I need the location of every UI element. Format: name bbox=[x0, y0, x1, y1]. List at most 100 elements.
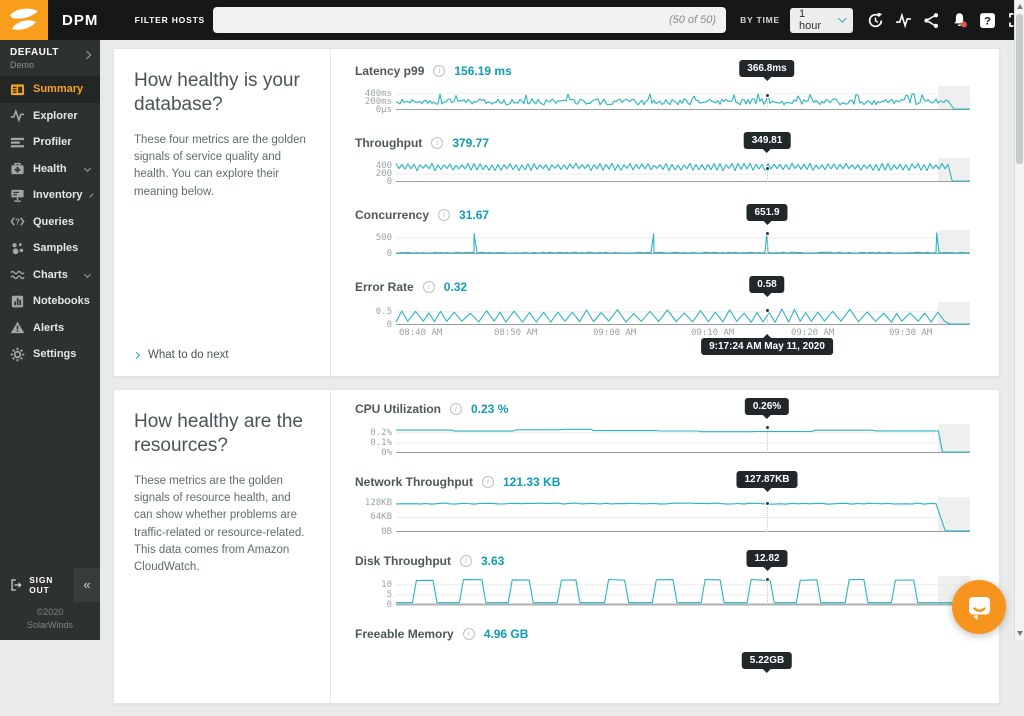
history-refresh-icon[interactable] bbox=[867, 12, 884, 29]
sidebar-item-notebooks[interactable]: Notebooks bbox=[0, 288, 100, 315]
metric-current-value: 3.63 bbox=[481, 554, 504, 568]
page-scrollbar[interactable] bbox=[1014, 0, 1024, 640]
hover-value-tooltip: 0.58 bbox=[749, 276, 784, 293]
sidebar-item-health[interactable]: Health bbox=[0, 156, 100, 183]
sidebar-item-profiler[interactable]: Profiler bbox=[0, 129, 100, 156]
main-content: How healthy is your database? These four… bbox=[113, 48, 1000, 716]
alerts-icon bbox=[10, 320, 25, 335]
disk-throughput-plot-area[interactable]: 105012.82 bbox=[396, 576, 970, 605]
sidebar-item-summary[interactable]: Summary bbox=[0, 76, 100, 103]
sidebar-item-settings[interactable]: Settings bbox=[0, 341, 100, 368]
info-icon[interactable] bbox=[438, 209, 450, 221]
time-range-dropdown[interactable]: 1 hour bbox=[790, 8, 853, 33]
filter-hosts-input[interactable]: (50 of 50) bbox=[213, 7, 726, 33]
latency-p99-plot-area[interactable]: 400ms200ms0µs366.8ms bbox=[396, 86, 970, 110]
chart-canvas bbox=[396, 576, 970, 605]
sidebar-item-label: Notebooks bbox=[33, 295, 92, 307]
y-axis-tick: 64KB bbox=[350, 512, 392, 522]
y-axis-tick: 0 bbox=[350, 177, 392, 187]
copyright-company: SolarWinds bbox=[0, 619, 100, 632]
hover-crosshair-line bbox=[767, 503, 768, 532]
metric-current-value: 121.33 KB bbox=[503, 475, 560, 489]
topbar: DPM FILTER HOSTS (50 of 50) BY TIME 1 ho… bbox=[0, 0, 1024, 40]
freeable-memory-chart: Freeable Memory4.96 GB5.22GB bbox=[355, 627, 999, 671]
metric-name: Error Rate bbox=[355, 280, 414, 294]
hover-value-tooltip: 0.26% bbox=[745, 398, 789, 415]
summary-icon bbox=[10, 82, 25, 97]
chart-canvas bbox=[396, 158, 970, 182]
throughput-chart: Throughput379.774002000349.81 bbox=[355, 136, 999, 182]
hover-point-dot bbox=[765, 501, 770, 506]
metric-name: Concurrency bbox=[355, 208, 429, 222]
y-axis-tick: 0% bbox=[350, 448, 392, 458]
info-icon[interactable] bbox=[463, 628, 475, 640]
samples-icon bbox=[10, 241, 25, 256]
metric-current-value: 379.77 bbox=[452, 136, 489, 150]
chevron-down-icon bbox=[84, 165, 91, 172]
notifications-bell-icon[interactable] bbox=[951, 12, 968, 29]
sign-out-icon bbox=[10, 578, 23, 592]
sidebar-item-explorer[interactable]: Explorer bbox=[0, 103, 100, 130]
workspace-switcher[interactable]: DEFAULT Demo bbox=[0, 40, 100, 76]
scroll-down-arrow-icon[interactable] bbox=[1017, 631, 1023, 636]
info-icon[interactable] bbox=[431, 137, 443, 149]
metric-name: Latency p99 bbox=[355, 64, 424, 78]
y-axis-tick: 10 bbox=[350, 580, 392, 590]
y-axis-tick: 0B bbox=[350, 527, 392, 537]
throughput-plot-area[interactable]: 4002000349.81 bbox=[396, 158, 970, 182]
info-icon[interactable] bbox=[423, 281, 435, 293]
metric-current-value: 31.67 bbox=[459, 208, 489, 222]
database-card-intro: How healthy is your database? These four… bbox=[114, 49, 331, 376]
scroll-up-arrow-icon[interactable] bbox=[1017, 4, 1023, 9]
time-axis-label: 08:50 AM bbox=[494, 328, 537, 338]
card-title: How healthy are the resources? bbox=[134, 410, 310, 458]
metric-current-value: 4.96 GB bbox=[484, 627, 529, 641]
activity-icon[interactable] bbox=[895, 12, 912, 29]
time-axis-label: 09:10 AM bbox=[691, 328, 734, 338]
sidebar-item-queries[interactable]: ?Queries bbox=[0, 209, 100, 236]
sidebar-item-charts[interactable]: Charts bbox=[0, 262, 100, 289]
disk-throughput-chart: Disk Throughput 3.63 105012.82 bbox=[355, 554, 999, 605]
card-description: These metrics are the golden signals of … bbox=[134, 473, 310, 577]
metric-name: Disk Throughput bbox=[355, 554, 451, 568]
metric-name: Network Throughput bbox=[355, 475, 473, 489]
network-throughput-plot-area[interactable]: 128KB64KB0B127.87KB bbox=[396, 497, 970, 532]
scrollbar-thumb[interactable] bbox=[1016, 14, 1023, 164]
by-time-label: BY TIME bbox=[740, 15, 780, 25]
sidebar-item-label: Explorer bbox=[33, 110, 92, 122]
time-range-value: 1 hour bbox=[799, 8, 829, 32]
solarwinds-logo-icon[interactable] bbox=[0, 0, 48, 40]
sidebar-item-samples[interactable]: Samples bbox=[0, 235, 100, 262]
metric-current-value: 0.23 % bbox=[471, 402, 508, 416]
hover-point-dot bbox=[765, 425, 770, 430]
info-icon[interactable] bbox=[433, 65, 445, 77]
info-icon[interactable] bbox=[460, 555, 472, 567]
cpu-utilization-plot-area[interactable]: 0.2%0.1%0%0.26% bbox=[396, 424, 970, 453]
chat-launcher-button[interactable] bbox=[952, 580, 1006, 634]
error-rate-plot-area[interactable]: 0.500.58 bbox=[396, 302, 970, 325]
hover-value-tooltip: 12.82 bbox=[746, 550, 787, 567]
sidebar-item-label: Settings bbox=[33, 348, 92, 360]
sign-out-label: SIGN OUT bbox=[29, 575, 74, 595]
what-to-do-next-link[interactable]: What to do next bbox=[134, 349, 229, 361]
metric-current-value: 0.32 bbox=[444, 280, 467, 294]
sign-out-button[interactable]: SIGN OUT bbox=[0, 575, 74, 595]
workspace-name: DEFAULT bbox=[10, 47, 92, 58]
help-icon[interactable]: ? bbox=[979, 12, 996, 29]
info-icon[interactable] bbox=[482, 476, 494, 488]
share-icon[interactable] bbox=[923, 12, 940, 29]
sidebar-collapse-button[interactable]: « bbox=[74, 568, 100, 602]
hover-point-dot bbox=[765, 231, 770, 236]
health-icon bbox=[10, 161, 25, 176]
sidebar-item-inventory[interactable]: Inventory bbox=[0, 182, 100, 209]
host-count: (50 of 50) bbox=[669, 14, 716, 26]
y-axis-tick: 0.2% bbox=[350, 428, 392, 438]
sidebar-item-label: Alerts bbox=[33, 322, 92, 334]
sidebar-item-alerts[interactable]: Alerts bbox=[0, 315, 100, 342]
cpu-utilization-chart: CPU Utilization0.23 %0.2%0.1%0%0.26% bbox=[355, 402, 999, 453]
concurrency-plot-area[interactable]: 5000651.9 bbox=[396, 230, 970, 254]
hover-crosshair-line bbox=[767, 427, 768, 453]
svg-text:?: ? bbox=[15, 218, 20, 227]
time-axis-label: 09:20 AM bbox=[791, 328, 834, 338]
info-icon[interactable] bbox=[450, 403, 462, 415]
